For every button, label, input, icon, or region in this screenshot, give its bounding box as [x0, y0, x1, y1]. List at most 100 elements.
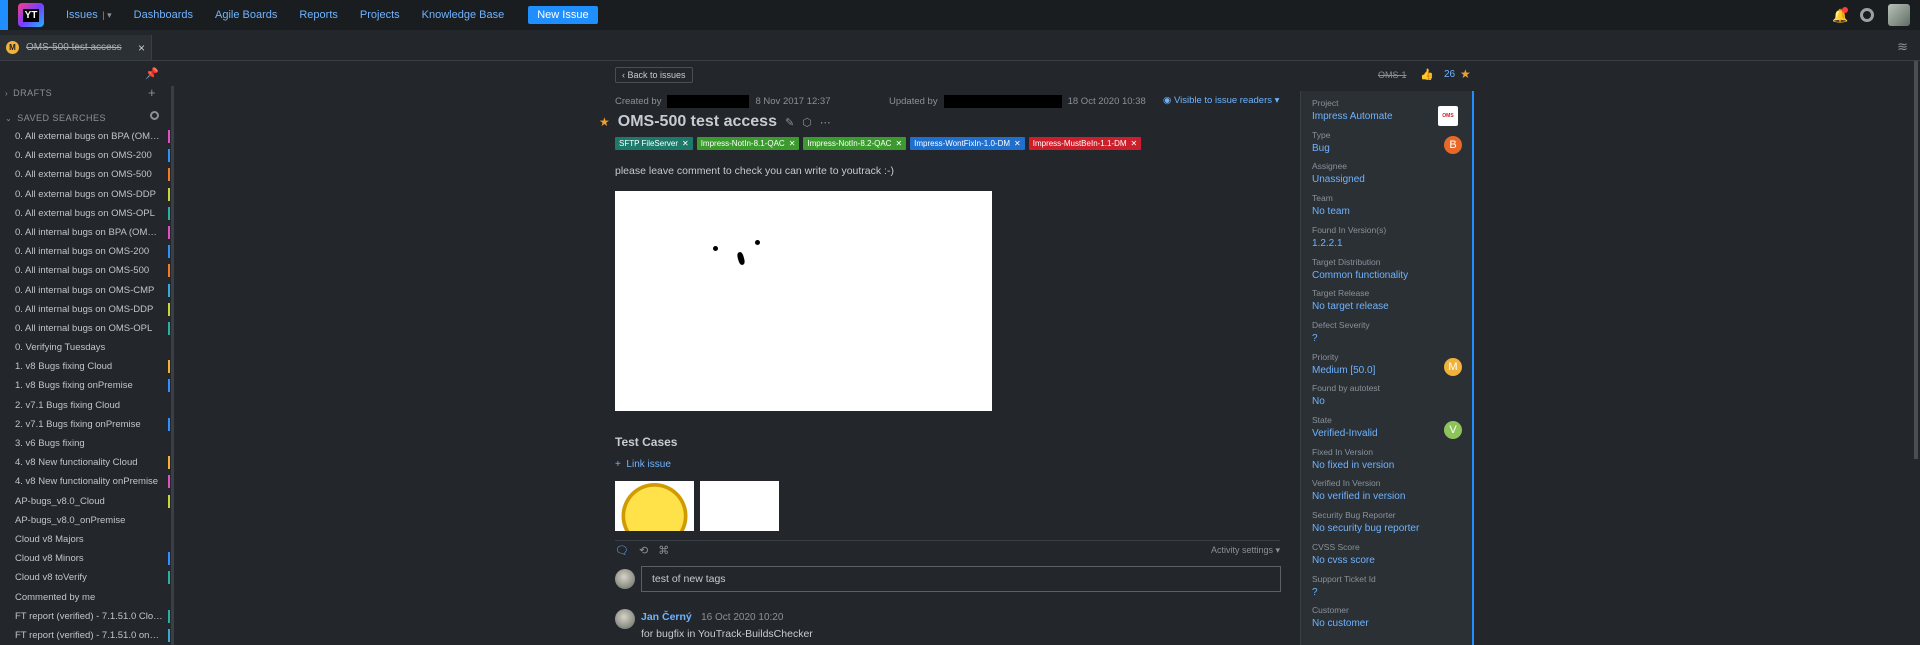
issue-tag[interactable]: Impress-NotIn-8.1-QAC ✕: [696, 137, 800, 150]
field-value[interactable]: No fixed in version: [1312, 460, 1462, 471]
user-avatar[interactable]: [1888, 4, 1910, 26]
nav-agile-boards[interactable]: Agile Boards: [215, 9, 277, 21]
saved-search-item[interactable]: Commented by me: [0, 588, 171, 607]
field-target-release[interactable]: Target Release No target release: [1312, 288, 1462, 312]
activity-settings-button[interactable]: Activity settings ▾: [1211, 545, 1280, 556]
saved-search-item[interactable]: Cloud v8 Majors: [0, 530, 171, 549]
field-verified-in-version[interactable]: Verified In Version No verified in versio…: [1312, 478, 1462, 502]
field-assignee[interactable]: Assignee Unassigned: [1312, 161, 1462, 185]
field-security-bug-reporter[interactable]: Security Bug Reporter No security bug rep…: [1312, 510, 1462, 534]
issue-tag[interactable]: SFTP FileServer ✕: [615, 137, 693, 150]
comment-input[interactable]: [641, 566, 1281, 592]
saved-search-item[interactable]: 0. All internal bugs on BPA (OMS)...: [0, 223, 171, 242]
saved-search-item[interactable]: 0. All external bugs on BPA (OMS...: [0, 127, 171, 146]
saved-search-item[interactable]: AP-bugs_v8.0_Cloud: [0, 492, 171, 511]
saved-search-item[interactable]: 0. All external bugs on OMS-200: [0, 146, 171, 165]
nav-issues[interactable]: Issues | ▾: [66, 9, 112, 21]
more-icon[interactable]: ⋯: [820, 116, 831, 129]
saved-search-item[interactable]: 4. v8 New functionality Cloud: [0, 453, 171, 472]
nav-reports[interactable]: Reports: [299, 9, 338, 21]
saved-search-item[interactable]: 3. v6 Bugs fixing: [0, 434, 171, 453]
saved-search-item[interactable]: Cloud v8 Minors: [0, 549, 171, 568]
tag-icon[interactable]: ⬡: [802, 116, 812, 129]
sidebar-scrollbar[interactable]: [171, 86, 174, 645]
saved-search-item[interactable]: 2. v7.1 Bugs fixing onPremise: [0, 415, 171, 434]
saved-search-item[interactable]: 4. v8 New functionality onPremise: [0, 472, 171, 491]
remove-tag-icon[interactable]: ✕: [1014, 139, 1021, 148]
saved-search-item[interactable]: FT report (verified) - 7.1.51.0 Cloud: [0, 607, 171, 626]
field-value[interactable]: No cvss score: [1312, 555, 1462, 566]
field-value[interactable]: ?: [1312, 333, 1462, 344]
saved-searches-gear-icon[interactable]: [150, 111, 159, 120]
field-fixed-in-version[interactable]: Fixed In Version No fixed in version: [1312, 447, 1462, 471]
field-found-by-autotest[interactable]: Found by autotest No: [1312, 383, 1462, 407]
issue-id-strike[interactable]: OMS-1: [1378, 70, 1407, 80]
nav-projects[interactable]: Projects: [360, 9, 400, 21]
field-value[interactable]: Common functionality: [1312, 270, 1462, 281]
edit-icon[interactable]: ✎: [785, 116, 794, 129]
saved-search-item[interactable]: 2. v7.1 Bugs fixing Cloud: [0, 396, 171, 415]
field-customer[interactable]: Customer No customer: [1312, 605, 1462, 629]
tab-issue[interactable]: M OMS-500 test access ×: [0, 35, 152, 60]
field-target-distribution[interactable]: Target Distribution Common functionality: [1312, 257, 1462, 281]
saved-search-item[interactable]: 1. v8 Bugs fixing onPremise: [0, 376, 171, 395]
field-value[interactable]: Verified-Invalid: [1312, 428, 1462, 439]
field-value[interactable]: Unassigned: [1312, 174, 1462, 185]
field-value[interactable]: 1.2.2.1: [1312, 238, 1462, 249]
field-value[interactable]: ?: [1312, 587, 1462, 598]
saved-search-item[interactable]: AP-bugs_v8.0_onPremise: [0, 511, 171, 530]
field-value[interactable]: No security bug reporter: [1312, 523, 1462, 534]
saved-search-item[interactable]: 1. v8 Bugs fixing Cloud: [0, 357, 171, 376]
field-defect-severity[interactable]: Defect Severity?: [1312, 320, 1462, 344]
saved-search-item[interactable]: 0. All internal bugs on OMS-OPL: [0, 319, 171, 338]
field-found-in-version-s-[interactable]: Found In Version(s) 1.2.2.1: [1312, 225, 1462, 249]
remove-tag-icon[interactable]: ✕: [789, 139, 796, 148]
field-cvss-score[interactable]: CVSS Score No cvss score: [1312, 542, 1462, 566]
star-icon[interactable]: ★: [599, 115, 610, 129]
issue-tag[interactable]: Impress-WontFixIn-1.0-DM ✕: [910, 137, 1025, 150]
comment-date[interactable]: 16 Oct 2020 10:20: [701, 612, 783, 623]
saved-search-item[interactable]: 0. All internal bugs on OMS-CMP: [0, 281, 171, 300]
field-value[interactable]: Bug: [1312, 143, 1462, 154]
star-icon[interactable]: ★: [1460, 67, 1471, 81]
field-value[interactable]: No customer: [1312, 618, 1462, 629]
notification-bell-icon[interactable]: 🔔: [1832, 7, 1848, 23]
back-to-issues-button[interactable]: ‹ Back to issues: [615, 67, 693, 83]
comments-icon[interactable]: 🗨: [615, 544, 629, 557]
comment-author[interactable]: Jan Černý: [641, 611, 692, 623]
field-value[interactable]: No target release: [1312, 301, 1462, 312]
page-scrollbar[interactable]: [1914, 61, 1918, 459]
issue-tag[interactable]: Impress-MustBeIn-1.1-DM ✕: [1028, 137, 1142, 150]
field-support-ticket-id[interactable]: Support Ticket Id?: [1312, 574, 1462, 598]
attachment-thumbnail-emoji[interactable]: [615, 481, 694, 531]
attachment-image[interactable]: [615, 191, 992, 411]
close-icon[interactable]: ×: [138, 41, 145, 55]
history-icon[interactable]: ⟲: [639, 544, 648, 557]
saved-search-item[interactable]: 0. All internal bugs on OMS-DDP: [0, 300, 171, 319]
field-value[interactable]: No team: [1312, 206, 1462, 217]
link-issue-button[interactable]: + Link issue: [615, 459, 671, 470]
visibility-selector[interactable]: ◉ Visible to issue readers ▾: [1163, 95, 1279, 106]
field-value[interactable]: No verified in version: [1312, 491, 1462, 502]
saved-search-item[interactable]: FT report (verified) - 7.1.51.0 onPr...: [0, 626, 171, 645]
saved-search-item[interactable]: Cloud v8 toVerify: [0, 568, 171, 587]
field-team[interactable]: Team No team: [1312, 193, 1462, 217]
attachment-thumbnail-image[interactable]: [700, 481, 779, 531]
issue-tag[interactable]: Impress-NotIn-8.2-QAC ✕: [803, 137, 907, 150]
saved-search-item[interactable]: 0. All external bugs on OMS-500: [0, 165, 171, 184]
field-state[interactable]: State Verified-Invalid V: [1312, 415, 1462, 439]
issue-title[interactable]: OMS-500 test access: [618, 113, 777, 131]
vcs-icon[interactable]: ⌘: [658, 544, 669, 557]
new-issue-button[interactable]: New Issue: [528, 6, 598, 24]
vote-count[interactable]: 26: [1444, 69, 1455, 80]
saved-searches-section[interactable]: ⌄ SAVED SEARCHES: [5, 113, 106, 123]
saved-search-item[interactable]: 0. All external bugs on OMS-DDP: [0, 185, 171, 204]
youtrack-logo[interactable]: YT: [18, 3, 44, 27]
layers-icon[interactable]: ≋: [1897, 39, 1908, 55]
add-draft-icon[interactable]: +: [148, 85, 156, 100]
saved-search-item[interactable]: 0. All internal bugs on OMS-500: [0, 261, 171, 280]
field-value[interactable]: Medium [50.0]: [1312, 365, 1462, 376]
saved-search-item[interactable]: 0. All external bugs on OMS-OPL: [0, 204, 171, 223]
field-priority[interactable]: Priority Medium [50.0] M: [1312, 352, 1462, 376]
pin-icon[interactable]: 📌: [145, 67, 159, 80]
